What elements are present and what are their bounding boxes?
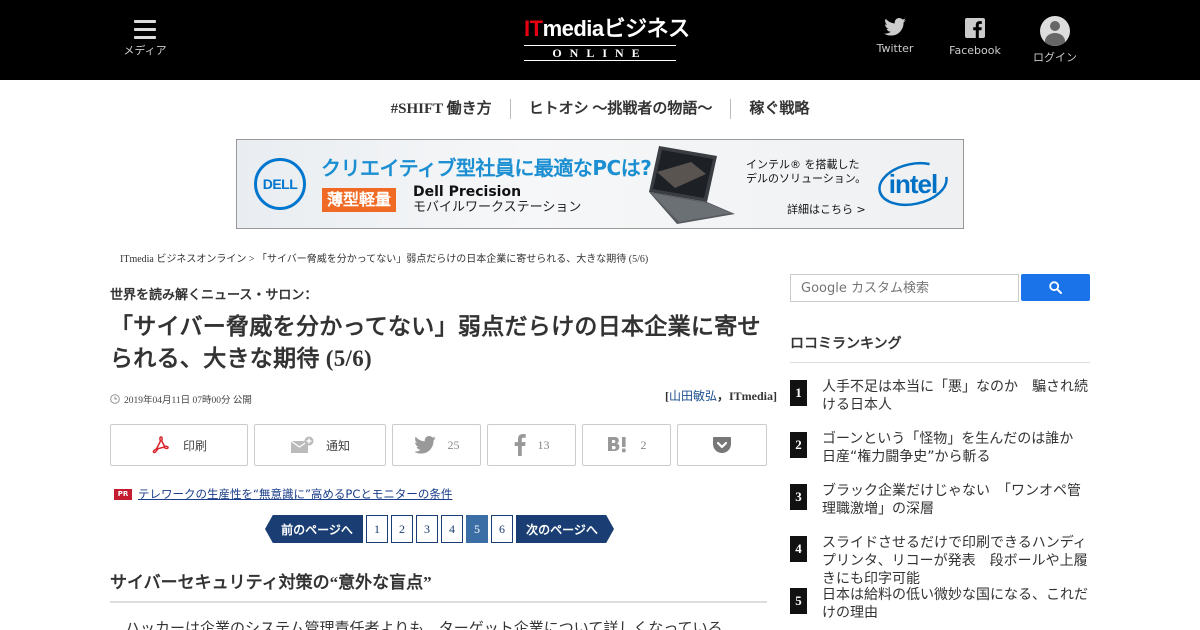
notify-button[interactable]: 通知	[254, 424, 386, 466]
ad-product-line1: Dell Precision	[413, 184, 522, 200]
ranking-item[interactable]: 1 人手不足は本当に「悪」なのか 騙され続ける日本人	[790, 378, 1090, 430]
pocket-button[interactable]	[677, 424, 767, 466]
facebook-link[interactable]: Facebook	[946, 18, 1004, 57]
logo-online: ONLINE	[524, 45, 676, 61]
ad-more-link[interactable]: 詳細はこちら >	[787, 201, 866, 217]
page-link[interactable]: 3	[416, 515, 438, 543]
ranking-number: 2	[790, 432, 807, 458]
ad-product: Dell Precision モバイルワークステーション	[413, 184, 581, 216]
twitter-share-count: 25	[447, 437, 460, 452]
facebook-share-button[interactable]: 13	[487, 424, 576, 466]
nav-item-shift[interactable]: #SHIFT 働き方	[373, 99, 510, 119]
ranking-link[interactable]: ブラック企業だけじゃない 「ワンオペ管理職激増」の深層	[822, 482, 1090, 518]
hamburger-icon	[134, 20, 156, 39]
article-body: ハッカーは企業のシステム管理責任者よりも、ターゲット企業について詳しくなっている	[110, 619, 723, 630]
intel-wordmark: intel	[888, 169, 938, 199]
site-header: メディア ITmediaビジネス ONLINE Twitter Facebook…	[0, 0, 1200, 80]
prev-page-button[interactable]: 前のページへ	[265, 515, 363, 543]
hatena-bookmark-button[interactable]: 2	[582, 424, 671, 466]
login-label: ログイン	[1033, 51, 1077, 64]
current-page: 5	[466, 515, 488, 543]
ranking-title: ロコミランキング	[790, 333, 1090, 363]
page-link[interactable]: 6	[491, 515, 513, 543]
ad-right-line1: インテル® を搭載した	[746, 158, 860, 171]
twitter-icon	[884, 18, 906, 36]
facebook-label: Facebook	[949, 44, 1001, 57]
pr-link[interactable]: テレワークの生産性を“無意識に”高めるPCとモニターの条件	[138, 486, 452, 502]
ranking-link[interactable]: ゴーンという「怪物」を生んだのは誰か 日産“権力闘争史”から斬る	[822, 430, 1090, 466]
category-nav: #SHIFT 働き方 ヒトオシ ～挑戦者の物語～ 稼ぐ戦略	[0, 98, 1200, 120]
notify-label: 通知	[325, 438, 350, 453]
nav-item-kasegu[interactable]: 稼ぐ戦略	[731, 99, 827, 119]
ranking-number: 5	[790, 588, 807, 614]
pagination: 前のページへ 1 2 3 4 5 6 次のページへ	[265, 515, 614, 543]
next-page-button[interactable]: 次のページへ	[516, 515, 614, 543]
custom-search-input[interactable]	[790, 274, 1019, 302]
author-link[interactable]: 山田敏弘	[669, 389, 717, 403]
twitter-link[interactable]: Twitter	[872, 18, 918, 55]
article-date: 2019年04月11日 07時00分 公開	[110, 392, 252, 406]
pr-link-row: PR テレワークの生産性を“無意識に”高めるPCとモニターの条件	[114, 486, 452, 502]
ranking-number: 1	[790, 380, 807, 406]
nav-item-hitooshi[interactable]: ヒトオシ ～挑戦者の物語～	[511, 99, 731, 119]
login-button[interactable]: ログイン	[1030, 16, 1080, 65]
hatena-count: 2	[640, 437, 647, 452]
dell-logo: DELL	[254, 158, 306, 210]
hatena-bookmark-icon	[607, 437, 626, 453]
ad-headline: クリエイティブ型社員に最適なPCは?	[321, 156, 652, 180]
twitter-icon	[413, 436, 436, 454]
ad-right-line2: デルのソリューション。	[746, 172, 867, 185]
page-link[interactable]: 2	[391, 515, 413, 543]
breadcrumb[interactable]: ITmedia ビジネスオンライン > 「サイバー脅威を分かってない」弱点だらけ…	[120, 250, 648, 265]
ranking-item[interactable]: 4 スライドさせるだけで印刷できるハンディプリンタ、リコーが発表 段ボールや上履…	[790, 534, 1090, 588]
logo-media-business: mediaビジネス	[542, 16, 691, 41]
page-link[interactable]: 4	[441, 515, 463, 543]
facebook-icon	[514, 434, 526, 456]
dell-banner-ad[interactable]: DELL クリエイティブ型社員に最適なPCは? 薄型軽量 Dell Precis…	[236, 139, 964, 229]
ranking-link[interactable]: 人手不足は本当に「悪」なのか 騙され続ける日本人	[822, 378, 1090, 414]
ranking-list: 1 人手不足は本当に「悪」なのか 騙され続ける日本人 2 ゴーンという「怪物」を…	[790, 378, 1090, 630]
laptop-image	[649, 146, 735, 224]
ranking-item[interactable]: 5 日本は給料の低い微妙な国になる、これだけの理由	[790, 586, 1090, 630]
facebook-share-count: 13	[537, 437, 550, 452]
logo-it: IT	[524, 16, 543, 41]
print-button[interactable]: 印刷	[110, 424, 248, 466]
article-kicker[interactable]: 世界を読み解くニュース・サロン：	[110, 284, 317, 303]
pr-badge: PR	[114, 488, 132, 500]
ranking-number: 4	[790, 536, 807, 562]
pocket-icon	[713, 437, 731, 453]
ranking-number: 3	[790, 484, 807, 510]
pdf-icon	[152, 436, 169, 454]
print-label: 印刷	[182, 438, 207, 453]
ranking-item[interactable]: 2 ゴーンという「怪物」を生んだのは誰か 日産“権力闘争史”から斬る	[790, 430, 1090, 482]
article-date-text: 2019年04月11日 07時00分 公開	[124, 396, 252, 406]
twitter-label: Twitter	[876, 42, 914, 55]
twitter-share-button[interactable]: 25	[392, 424, 481, 466]
ranking-link[interactable]: 日本は給料の低い微妙な国になる、これだけの理由	[822, 586, 1090, 622]
ad-right-text: インテル® を搭載した デルのソリューション。	[746, 158, 866, 186]
user-avatar-icon	[1040, 16, 1070, 46]
ranking-link[interactable]: スライドさせるだけで印刷できるハンディプリンタ、リコーが発表 段ボールや上履きに…	[822, 534, 1090, 588]
facebook-icon	[965, 18, 985, 38]
search-button[interactable]	[1021, 274, 1090, 301]
ad-badge: 薄型軽量	[322, 188, 397, 212]
ad-product-line2: モバイルワークステーション	[413, 200, 582, 215]
clock-icon	[110, 394, 120, 404]
media-menu-label: メディア	[123, 44, 167, 57]
search-icon	[1049, 281, 1062, 294]
media-menu-button[interactable]: メディア	[118, 20, 172, 58]
article-title: 「サイバー脅威を分かってない」弱点だらけの日本企業に寄せられる、大きな期待 (5…	[110, 314, 761, 371]
site-logo[interactable]: ITmediaビジネス ONLINE	[524, 16, 690, 62]
mail-plus-icon	[290, 436, 314, 453]
intel-logo: intel	[877, 160, 949, 208]
article-byline: [山田敏弘，ITmedia]	[665, 387, 777, 404]
section-heading: サイバーセキュリティ対策の“意外な盲点”	[110, 568, 767, 603]
ranking-item[interactable]: 3 ブラック企業だけじゃない 「ワンオペ管理職激増」の深層	[790, 482, 1090, 534]
byline-rest: ，ITmedia]	[716, 389, 777, 403]
page-link[interactable]: 1	[366, 515, 388, 543]
